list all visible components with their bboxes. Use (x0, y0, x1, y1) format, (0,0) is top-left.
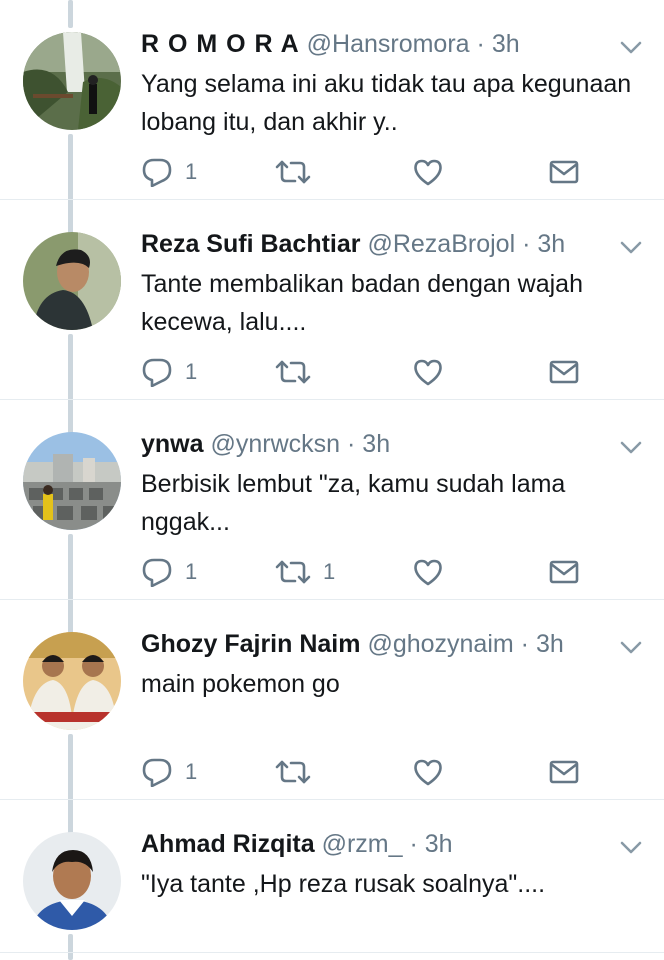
direct-message-button[interactable] (549, 756, 579, 788)
heart-icon (413, 158, 443, 186)
username[interactable]: @RezaBrojol (367, 230, 515, 258)
tweet-header: ynwa @ynrwcksn · 3h (141, 429, 594, 459)
like-button[interactable] (413, 756, 455, 788)
tweet-actions: 1 (141, 756, 591, 788)
reply-icon (141, 757, 173, 787)
reply-icon (141, 557, 173, 587)
reply-button[interactable]: 1 (141, 756, 197, 788)
timestamp[interactable]: 3h (492, 30, 520, 58)
tweet-text: "Iya tante ,Hp reza rusak soalnya".... (141, 870, 546, 898)
reply-button[interactable]: 1 (141, 356, 197, 388)
reply-button[interactable]: 1 (141, 556, 197, 588)
heart-icon (413, 358, 443, 386)
tweet[interactable]: Reza Sufi Bachtiar @RezaBrojol · 3h Tant… (0, 200, 664, 400)
separator-dot: · (347, 430, 356, 458)
reply-count: 1 (185, 159, 198, 184)
avatar[interactable] (23, 232, 121, 330)
direct-message-button[interactable] (549, 556, 579, 588)
tweet-actions: 1 1 (141, 556, 591, 588)
retweet-icon (275, 358, 311, 386)
tweet[interactable]: Ahmad Rizqita @rzm_ · 3h "Iya tante ,Hp … (0, 800, 664, 960)
tweet-header: R O M O R A @Hansromora · 3h (141, 29, 594, 59)
separator-dot: · (476, 30, 485, 58)
heart-icon (413, 758, 443, 786)
chevron-down-icon[interactable] (620, 440, 642, 456)
direct-message-button[interactable] (549, 356, 579, 388)
avatar[interactable] (23, 32, 121, 130)
envelope-icon (549, 360, 579, 384)
chevron-down-icon[interactable] (620, 240, 642, 256)
avatar[interactable] (23, 432, 121, 530)
reply-icon (141, 357, 173, 387)
reply-button[interactable]: 1 (141, 156, 197, 188)
reply-count: 1 (185, 359, 198, 384)
display-name[interactable]: R O M O R A (141, 30, 300, 58)
separator-dot: · (522, 230, 531, 258)
tweet-header: Reza Sufi Bachtiar @RezaBrojol · 3h (141, 229, 594, 259)
timestamp[interactable]: 3h (362, 430, 390, 458)
reply-icon (141, 157, 173, 187)
display-name[interactable]: Ahmad Rizqita (141, 830, 315, 858)
tweet[interactable]: R O M O R A @Hansromora · 3h Yang selama… (0, 0, 664, 200)
tweet-text: main pokemon go (141, 670, 340, 698)
retweet-icon (275, 558, 311, 586)
retweet-button[interactable] (275, 756, 323, 788)
tweet-actions: 1 (141, 356, 591, 388)
tweet-text: Berbisik lembut "za, kamu sudah lama ngg… (141, 470, 566, 536)
tweet-header: Ghozy Fajrin Naim @ghozynaim · 3h (141, 629, 594, 659)
display-name[interactable]: ynwa (141, 430, 204, 458)
tweet-actions: 1 (141, 156, 591, 188)
username[interactable]: @ghozynaim (367, 630, 513, 658)
reply-count: 1 (185, 559, 198, 584)
display-name[interactable]: Ghozy Fajrin Naim (141, 630, 360, 658)
tweet[interactable]: Ghozy Fajrin Naim @ghozynaim · 3h main p… (0, 600, 664, 800)
reply-count: 1 (185, 759, 198, 784)
tweet-text: Yang selama ini aku tidak tau apa keguna… (141, 70, 632, 136)
timestamp[interactable]: 3h (425, 830, 453, 858)
chevron-down-icon[interactable] (620, 40, 642, 56)
separator-dot: · (409, 830, 418, 858)
envelope-icon (549, 760, 579, 784)
username[interactable]: @rzm_ (322, 830, 403, 858)
envelope-icon (549, 560, 579, 584)
chevron-down-icon[interactable] (620, 840, 642, 856)
separator-dot: · (520, 630, 529, 658)
avatar[interactable] (23, 632, 121, 730)
envelope-icon (549, 160, 579, 184)
retweet-button[interactable] (275, 156, 323, 188)
retweet-button[interactable]: 1 (275, 556, 335, 588)
retweet-icon (275, 758, 311, 786)
tweet-text: Tante membalikan badan dengan wajah kece… (141, 270, 583, 336)
retweet-button[interactable] (275, 356, 323, 388)
tweet[interactable]: ynwa @ynrwcksn · 3h Berbisik lembut "za,… (0, 400, 664, 600)
retweet-icon (275, 158, 311, 186)
like-button[interactable] (413, 356, 455, 388)
username[interactable]: @ynrwcksn (210, 430, 340, 458)
tweet-header: Ahmad Rizqita @rzm_ · 3h (141, 829, 594, 859)
retweet-count: 1 (323, 559, 336, 584)
like-button[interactable] (413, 156, 455, 188)
display-name[interactable]: Reza Sufi Bachtiar (141, 230, 361, 258)
username[interactable]: @Hansromora (307, 30, 470, 58)
divider (0, 952, 664, 953)
timestamp[interactable]: 3h (537, 230, 565, 258)
chevron-down-icon[interactable] (620, 640, 642, 656)
direct-message-button[interactable] (549, 156, 579, 188)
like-button[interactable] (413, 556, 455, 588)
avatar[interactable] (23, 832, 121, 930)
heart-icon (413, 558, 443, 586)
timestamp[interactable]: 3h (536, 630, 564, 658)
